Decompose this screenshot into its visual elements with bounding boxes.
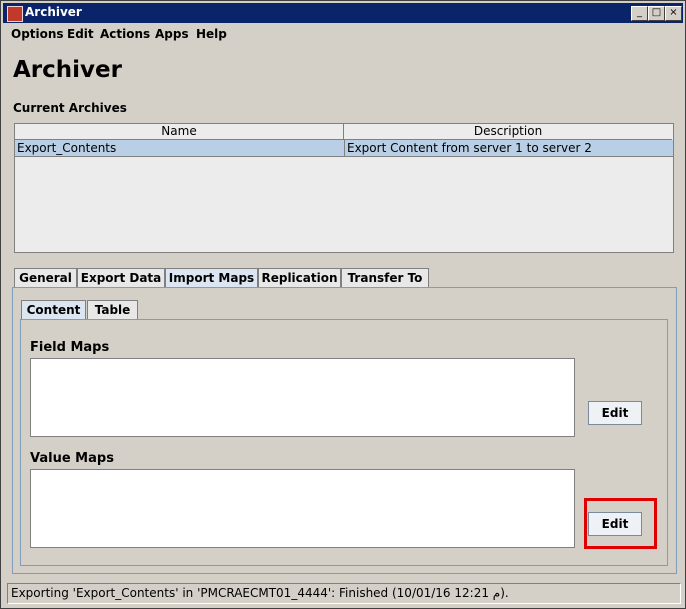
- status-bar: Exporting 'Export_Contents' in 'PMCRAECM…: [7, 583, 681, 604]
- field-maps-label: Field Maps: [30, 340, 110, 355]
- minimize-button[interactable]: _: [631, 6, 648, 21]
- menu-actions[interactable]: Actions: [100, 27, 150, 41]
- column-header-name[interactable]: Name: [15, 124, 344, 140]
- tab-export-data[interactable]: Export Data: [77, 268, 165, 288]
- tab-import-maps[interactable]: Import Maps: [165, 268, 258, 288]
- maximize-button[interactable]: □: [648, 6, 665, 21]
- page-title: Archiver: [13, 57, 122, 83]
- subtab-table[interactable]: Table: [87, 300, 138, 320]
- status-text: Exporting 'Export_Contents' in 'PMCRAECM…: [11, 586, 509, 600]
- highlight-box: [584, 498, 657, 549]
- app-icon: [7, 6, 23, 22]
- current-archives-label: Current Archives: [13, 101, 127, 115]
- archiver-window: Archiver _ □ × Options Edit Actions Apps…: [0, 0, 686, 609]
- value-maps-label: Value Maps: [30, 451, 114, 466]
- menu-edit[interactable]: Edit: [67, 27, 94, 41]
- menu-apps[interactable]: Apps: [155, 27, 189, 41]
- menu-help[interactable]: Help: [196, 27, 227, 41]
- menu-options[interactable]: Options: [11, 27, 64, 41]
- field-maps-list[interactable]: [30, 358, 575, 437]
- column-header-description[interactable]: Description: [344, 124, 672, 140]
- archives-table[interactable]: Name Description Export_Contents Export …: [14, 123, 674, 253]
- archive-name-cell: Export_Contents: [17, 141, 117, 155]
- subtab-content[interactable]: Content: [21, 300, 86, 320]
- tab-general[interactable]: General: [14, 268, 77, 288]
- window-title: Archiver: [25, 5, 82, 19]
- menu-bar: Options Edit Actions Apps Help: [3, 25, 683, 45]
- field-maps-edit-button[interactable]: Edit: [588, 401, 642, 425]
- archive-description-cell: Export Content from server 1 to server 2: [344, 140, 592, 156]
- title-bar[interactable]: Archiver _ □ ×: [3, 3, 683, 23]
- tab-replication[interactable]: Replication: [258, 268, 341, 288]
- value-maps-list[interactable]: [30, 469, 575, 548]
- table-row[interactable]: Export_Contents Export Content from serv…: [15, 140, 673, 157]
- close-button[interactable]: ×: [665, 6, 682, 21]
- tab-transfer-to[interactable]: Transfer To: [341, 268, 429, 288]
